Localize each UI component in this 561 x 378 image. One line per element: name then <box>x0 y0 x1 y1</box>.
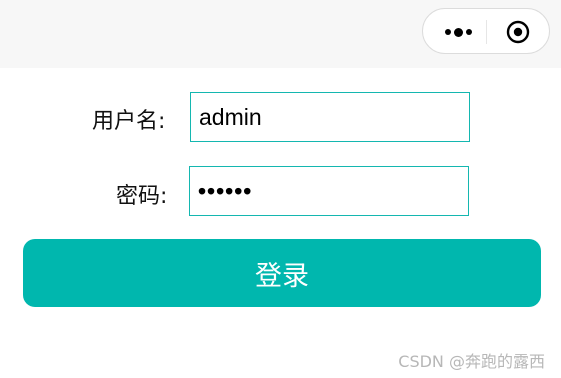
password-label: 密码: <box>116 184 168 209</box>
username-input[interactable]: admin <box>190 92 470 142</box>
more-dot-icon <box>465 29 472 35</box>
more-button[interactable] <box>433 13 483 51</box>
username-label: 用户名: <box>92 109 166 134</box>
more-dot-icon <box>444 29 451 35</box>
password-input[interactable]: •••••• <box>189 166 469 216</box>
target-close-icon[interactable] <box>505 19 531 45</box>
more-dot-icon <box>453 27 463 37</box>
csdn-watermark: CSDN @奔跑的露西 <box>398 352 545 371</box>
capsule-divider <box>486 20 487 44</box>
login-button[interactable]: 登录 <box>23 239 541 307</box>
mini-program-capsule <box>422 8 550 54</box>
